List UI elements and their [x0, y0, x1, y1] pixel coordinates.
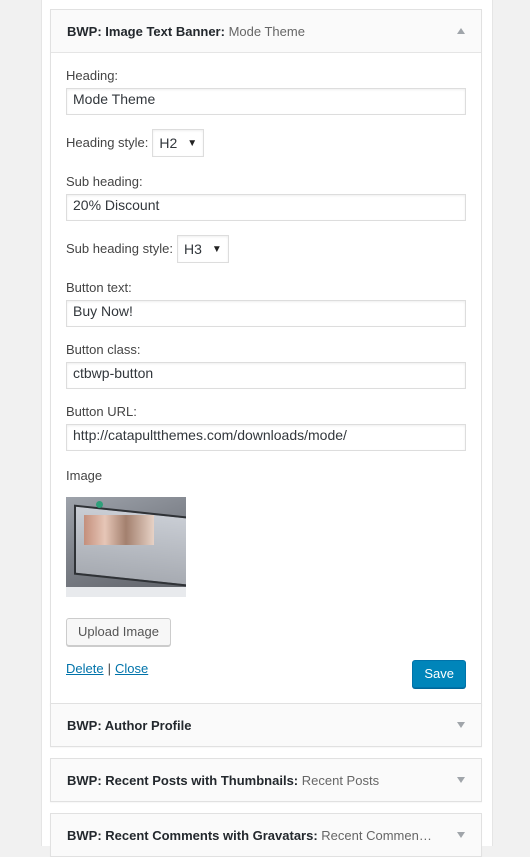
- widget-control-actions: Delete | Close: [66, 660, 466, 688]
- button-text-input[interactable]: Buy Now!: [66, 300, 466, 327]
- widget-title-text: BWP: Recent Posts with Thumbnails:: [67, 772, 299, 788]
- recent-posts-widget: BWP: Recent Posts with Thumbnails: Recen…: [50, 758, 482, 802]
- widget-in-title: Recent Commen…: [321, 827, 432, 843]
- widget-form: Heading: Mode Theme Heading style: H2 ▼ …: [51, 52, 481, 704]
- sub-heading-style-label: Sub heading style:: [66, 241, 173, 256]
- sub-heading-style-select[interactable]: H3 ▼: [176, 235, 229, 263]
- heading-style-select[interactable]: H2 ▼: [152, 129, 205, 157]
- caret-down-icon[interactable]: [457, 777, 465, 783]
- sub-heading-label: Sub heading:: [66, 174, 143, 189]
- heading-input[interactable]: Mode Theme: [66, 88, 466, 115]
- widget-title-text: BWP: Recent Comments with Gravatars:: [67, 827, 318, 843]
- caret-down-icon[interactable]: [457, 722, 465, 728]
- heading-style-label: Heading style:: [66, 135, 149, 150]
- button-class-input[interactable]: ctbwp-button: [66, 362, 466, 389]
- widget-title: BWP: Image Text Banner: Mode Theme: [67, 24, 437, 39]
- upload-row: Upload Image: [66, 618, 466, 646]
- widget-in-title: Recent Posts: [301, 772, 380, 788]
- widget-in-title: Mode Theme: [228, 23, 305, 39]
- action-separator: |: [107, 661, 111, 676]
- save-button[interactable]: Save: [412, 660, 466, 688]
- button-url-label: Button URL:: [66, 404, 137, 419]
- widget-title: BWP: Recent Posts with Thumbnails: Recen…: [67, 773, 437, 788]
- close-link[interactable]: Close: [115, 661, 148, 676]
- heading-label: Heading:: [66, 68, 119, 83]
- image-label: Image: [66, 468, 103, 483]
- caret-up-icon[interactable]: [457, 28, 465, 34]
- widget-title: BWP: Author Profile: [67, 718, 437, 733]
- widget-header[interactable]: BWP: Recent Comments with Gravatars: Rec…: [51, 814, 481, 856]
- widget-title-text: BWP: Author Profile: [67, 717, 192, 733]
- caret-down-icon[interactable]: [457, 832, 465, 838]
- dropdown-arrow-icon: ▼: [187, 137, 198, 149]
- preview-logo-dot: [96, 501, 103, 508]
- preview-photo: [84, 515, 154, 545]
- widget-header[interactable]: BWP: Author Profile: [51, 704, 481, 746]
- dropdown-arrow-icon: ▼: [211, 243, 222, 255]
- button-url-input[interactable]: http://catapultthemes.com/downloads/mode…: [66, 424, 466, 451]
- recent-comments-widget: BWP: Recent Comments with Gravatars: Rec…: [50, 813, 482, 857]
- heading-style-value: H2: [159, 135, 178, 151]
- author-profile-widget: BWP: Author Profile: [50, 703, 482, 747]
- image-preview: [66, 497, 186, 597]
- button-class-label: Button class:: [66, 342, 141, 357]
- widget-title: BWP: Recent Comments with Gravatars: Rec…: [67, 828, 437, 843]
- widget-header[interactable]: BWP: Recent Posts with Thumbnails: Recen…: [51, 759, 481, 801]
- button-text-label: Button text:: [66, 280, 132, 295]
- delete-link[interactable]: Delete: [66, 661, 104, 676]
- sub-heading-input[interactable]: 20% Discount: [66, 194, 466, 221]
- sub-heading-style-row: Sub heading style: H3 ▼: [66, 235, 466, 263]
- widget-title-text: BWP: Image Text Banner:: [67, 23, 225, 39]
- sub-heading-style-value: H3: [183, 241, 202, 257]
- image-text-banner-widget: BWP: Image Text Banner: Mode Theme Headi…: [50, 9, 482, 705]
- upload-image-button[interactable]: Upload Image: [66, 618, 171, 646]
- preview-footer-bar: [66, 587, 186, 597]
- widget-header[interactable]: BWP: Image Text Banner: Mode Theme: [51, 10, 481, 52]
- heading-style-row: Heading style: H2 ▼: [66, 129, 466, 157]
